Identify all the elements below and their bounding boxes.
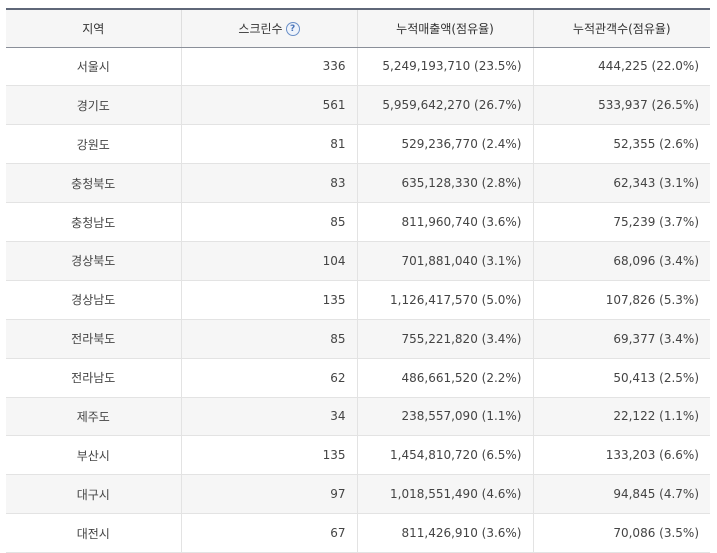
region-cell: 전라북도 [6, 319, 181, 359]
screens-cell: 83 [180, 163, 357, 204]
sales-cell: 1,454,810,720 (6.5%) [356, 435, 533, 476]
table-header: 지역 스크린수? 누적매출액(점유율) 누적관객수(점유율) [6, 8, 710, 48]
table-body: 서울시 336 5,249,193,710 (23.5%) 444,225 (22.0… [6, 47, 710, 553]
sales-cell: 486,661,520 (2.2%) [356, 358, 533, 398]
audience-cell: 62,343 (3.1%) [532, 163, 710, 204]
screens-cell: 67 [180, 513, 357, 553]
region-cell: 대구시 [6, 474, 181, 515]
header-screens: 스크린수? [180, 8, 357, 48]
region-cell: 제주도 [6, 397, 181, 437]
header-sales: 누적매출액(점유율) [356, 8, 533, 48]
help-icon[interactable]: ? [285, 22, 300, 37]
sales-cell: 5,249,193,710 (23.5%) [356, 47, 533, 87]
audience-cell: 94,845 (4.7%) [532, 474, 710, 515]
screens-cell: 97 [180, 474, 357, 515]
region-cell: 부산시 [6, 435, 181, 476]
region-cell: 경상남도 [6, 280, 181, 320]
sales-cell: 811,426,910 (3.6%) [356, 513, 533, 553]
audience-cell: 52,355 (2.6%) [532, 124, 710, 165]
table-row: 충청남도 85 811,960,740 (3.6%) 75,239 (3.7%) [6, 202, 710, 242]
header-region-label: 지역 [82, 21, 105, 36]
audience-cell: 69,377 (3.4%) [532, 319, 710, 359]
table-row: 경상북도 104 701,881,040 (3.1%) 68,096 (3.4%) [6, 241, 710, 281]
screens-cell: 85 [180, 202, 357, 242]
screens-cell: 135 [180, 435, 357, 476]
sales-cell: 238,557,090 (1.1%) [356, 397, 533, 437]
table-row: 부산시 135 1,454,810,720 (6.5%) 133,203 (6.6%) [6, 435, 710, 476]
sales-cell: 1,126,417,570 (5.0%) [356, 280, 533, 320]
sales-cell: 5,959,642,270 (26.7%) [356, 85, 533, 126]
sales-cell: 811,960,740 (3.6%) [356, 202, 533, 242]
sales-cell: 1,018,551,490 (4.6%) [356, 474, 533, 515]
region-cell: 전라남도 [6, 358, 181, 398]
table-row: 서울시 336 5,249,193,710 (23.5%) 444,225 (22.0… [6, 47, 710, 87]
header-audience: 누적관객수(점유율) [532, 8, 710, 48]
screens-cell: 34 [180, 397, 357, 437]
screens-cell: 561 [180, 85, 357, 126]
table-row: 전라북도 85 755,221,820 (3.4%) 69,377 (3.4%) [6, 319, 710, 359]
table-row: 강원도 81 529,236,770 (2.4%) 52,355 (2.6%) [6, 124, 710, 165]
audience-cell: 444,225 (22.0%) [532, 47, 710, 87]
audience-cell: 75,239 (3.7%) [532, 202, 710, 242]
table-row: 충청북도 83 635,128,330 (2.8%) 62,343 (3.1%) [6, 163, 710, 204]
table-row: 제주도 34 238,557,090 (1.1%) 22,122 (1.1%) [6, 397, 710, 437]
screens-cell: 62 [180, 358, 357, 398]
region-cell: 충청남도 [6, 202, 181, 242]
table-row: 경기도 561 5,959,642,270 (26.7%) 533,937 (26.5… [6, 85, 710, 126]
audience-cell: 50,413 (2.5%) [532, 358, 710, 398]
region-cell: 경상북도 [6, 241, 181, 281]
header-screens-label: 스크린수 [238, 21, 283, 36]
header-region: 지역 [6, 8, 181, 48]
audience-cell: 533,937 (26.5%) [532, 85, 710, 126]
audience-cell: 70,086 (3.5%) [532, 513, 710, 553]
screens-cell: 81 [180, 124, 357, 165]
sales-cell: 701,881,040 (3.1%) [356, 241, 533, 281]
table-row: 전라남도 62 486,661,520 (2.2%) 50,413 (2.5%) [6, 358, 710, 398]
header-audience-label: 누적관객수(점유율) [572, 21, 671, 36]
audience-cell: 107,826 (5.3%) [532, 280, 710, 320]
region-cell: 강원도 [6, 124, 181, 165]
region-cell: 경기도 [6, 85, 181, 126]
header-row: 지역 스크린수? 누적매출액(점유율) 누적관객수(점유율) [6, 8, 710, 48]
region-cell: 대전시 [6, 513, 181, 553]
table-row: 대전시 67 811,426,910 (3.6%) 70,086 (3.5%) [6, 513, 710, 553]
sales-cell: 635,128,330 (2.8%) [356, 163, 533, 204]
screens-cell: 336 [180, 47, 357, 87]
audience-cell: 133,203 (6.6%) [532, 435, 710, 476]
table-row: 경상남도 135 1,126,417,570 (5.0%) 107,826 (5.3%… [6, 280, 710, 320]
screens-cell: 104 [180, 241, 357, 281]
screens-cell: 85 [180, 319, 357, 359]
sales-cell: 529,236,770 (2.4%) [356, 124, 533, 165]
regional-stats-table: 지역 스크린수? 누적매출액(점유율) 누적관객수(점유율) 서울시 336 5,2… [6, 8, 710, 553]
region-cell: 충청북도 [6, 163, 181, 204]
regional-stats-table-container: 지역 스크린수? 누적매출액(점유율) 누적관객수(점유율) 서울시 336 5,2… [6, 8, 710, 553]
table-row: 대구시 97 1,018,551,490 (4.6%) 94,845 (4.7%) [6, 474, 710, 515]
screens-cell: 135 [180, 280, 357, 320]
header-sales-label: 누적매출액(점유율) [396, 21, 494, 36]
sales-cell: 755,221,820 (3.4%) [356, 319, 533, 359]
audience-cell: 22,122 (1.1%) [532, 397, 710, 437]
region-cell: 서울시 [6, 47, 181, 87]
audience-cell: 68,096 (3.4%) [532, 241, 710, 281]
